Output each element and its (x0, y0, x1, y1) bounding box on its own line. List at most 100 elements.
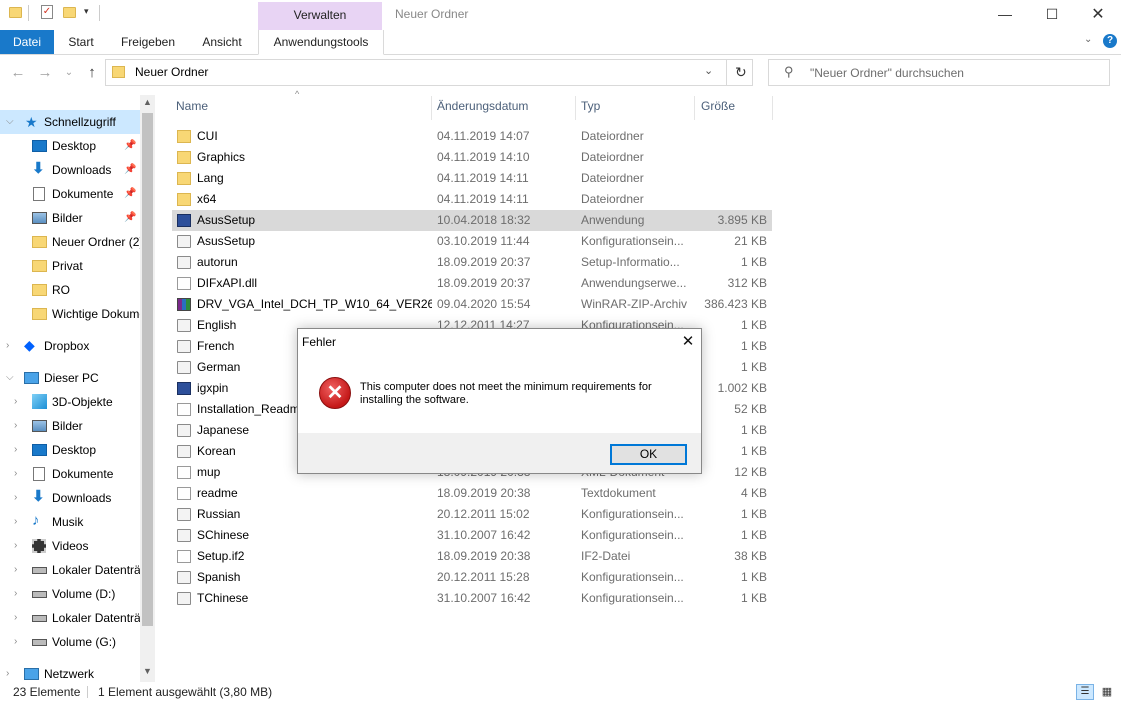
column-divider[interactable] (772, 96, 773, 120)
nav-item-musik[interactable]: › ♪ Musik (0, 510, 140, 534)
nav-item-volume-d[interactable]: › Volume (D:) (0, 582, 140, 606)
nav-item-ro[interactable]: RO (0, 278, 140, 302)
address-bar[interactable]: Neuer Ordner ⌄ ↻ (105, 59, 753, 86)
tab-ansicht[interactable]: Ansicht (193, 30, 251, 54)
chevron-right-icon[interactable]: › (14, 414, 17, 438)
column-header-type[interactable]: Typ (581, 99, 600, 117)
chevron-right-icon[interactable]: › (14, 582, 17, 606)
recent-locations-icon[interactable]: ⌄ (58, 62, 80, 84)
column-header-size[interactable]: Größe (701, 99, 735, 117)
tab-anwendungstools[interactable]: Anwendungstools (258, 30, 384, 55)
nav-item-schnellzugriff[interactable]: ⌵ ★ Schnellzugriff (0, 110, 140, 134)
details-view-icon[interactable]: ☰ (1076, 684, 1094, 700)
large-icons-view-icon[interactable]: ▦ (1099, 684, 1115, 700)
nav-item-wichtige-dokumente[interactable]: Wichtige Dokumente (0, 302, 140, 326)
file-icon (177, 550, 191, 563)
chevron-right-icon[interactable]: › (14, 486, 17, 510)
ok-button[interactable]: OK (610, 444, 687, 465)
nav-item-bilder-pc[interactable]: › Bilder (0, 414, 140, 438)
table-row[interactable]: AsusSetup 03.10.2019 11:44 Konfigurationse… (172, 231, 772, 252)
table-row[interactable]: DIFxAPI.dll 18.09.2019 20:37 Anwendungserw… (172, 273, 772, 294)
table-row[interactable]: Russian 20.12.2011 15:02 Konfigurationsein… (172, 504, 772, 525)
nav-item-dieser-pc[interactable]: ⌵ Dieser PC (0, 366, 140, 390)
search-input[interactable]: ⚲ "Neuer Ordner" durchsuchen (768, 59, 1110, 86)
new-folder-icon[interactable] (63, 7, 76, 18)
table-row[interactable]: Graphics 04.11.2019 14:10 Dateiordner (172, 147, 772, 168)
chevron-right-icon[interactable]: › (14, 462, 17, 486)
column-divider[interactable] (694, 96, 695, 120)
nav-item-downloads-pc[interactable]: › ⬇ Downloads (0, 486, 140, 510)
star-icon: ★ (25, 114, 38, 130)
chevron-right-icon[interactable]: › (14, 534, 17, 558)
nav-item-dokumente-pc[interactable]: › Dokumente (0, 462, 140, 486)
nav-item-lokaler-datentraeger-c[interactable]: › Lokaler Datenträger (C:) (0, 558, 140, 582)
table-row[interactable]: DRV_VGA_Intel_DCH_TP_W10_64_VER262... 09.… (172, 294, 772, 315)
nav-item-privat[interactable]: Privat (0, 254, 140, 278)
nav-item-neuer-ordner-2[interactable]: Neuer Ordner (2) (0, 230, 140, 254)
nav-item-lokaler-datentraeger-f[interactable]: › Lokaler Datenträger (F:) (0, 606, 140, 630)
nav-item-videos[interactable]: › Videos (0, 534, 140, 558)
chevron-right-icon[interactable]: › (14, 390, 17, 414)
expand-ribbon-icon[interactable]: ⌄ (1084, 34, 1092, 45)
chevron-right-icon[interactable]: › (14, 606, 17, 630)
chevron-down-icon[interactable]: ⌵ (6, 110, 14, 134)
nav-item-desktop-pc[interactable]: › Desktop (0, 438, 140, 462)
nav-item-netzwerk[interactable]: › Netzwerk (0, 662, 140, 682)
nav-item-dokumente[interactable]: Dokumente 📌 (0, 182, 140, 206)
chevron-right-icon[interactable]: › (14, 438, 17, 462)
nav-item-bilder[interactable]: Bilder 📌 (0, 206, 140, 230)
address-dropdown-icon[interactable]: ⌄ (704, 64, 713, 77)
nav-item-label: Downloads (52, 491, 112, 505)
table-row[interactable]: SChinese 31.10.2007 16:42 Konfigurationsei… (172, 525, 772, 546)
address-path[interactable]: Neuer Ordner (135, 65, 208, 79)
close-icon[interactable]: ✕ (678, 331, 698, 353)
folder-icon (9, 7, 22, 18)
help-icon[interactable]: ? (1103, 34, 1117, 48)
table-row[interactable]: Spanish 20.12.2011 15:28 Konfigurationsein… (172, 567, 772, 588)
forward-icon[interactable]: → (34, 62, 56, 84)
scroll-up-icon[interactable]: ▲ (143, 97, 152, 107)
desktop-icon (32, 444, 47, 456)
nav-item-dropbox[interactable]: › ◆ Dropbox (0, 334, 140, 358)
chevron-right-icon[interactable]: › (14, 558, 17, 582)
pin-icon[interactable]: 📌 (124, 206, 136, 230)
chevron-down-icon[interactable]: ⌵ (6, 366, 14, 390)
back-icon[interactable]: ← (7, 62, 29, 84)
minimize-icon[interactable]: — (982, 0, 1028, 28)
pin-icon[interactable]: 📌 (124, 134, 136, 158)
chevron-right-icon[interactable]: › (14, 630, 17, 654)
nav-item-3d-objekte[interactable]: › 3D-Objekte (0, 390, 140, 414)
tab-start[interactable]: Start (58, 30, 104, 54)
nav-scrollbar-thumb[interactable] (142, 113, 153, 626)
pin-icon[interactable]: 📌 (124, 158, 136, 182)
properties-icon[interactable]: ✓ (41, 5, 53, 19)
up-icon[interactable]: ↑ (81, 62, 103, 84)
nav-item-label: Videos (52, 539, 89, 553)
tab-datei[interactable]: Datei (0, 30, 54, 54)
customize-toolbar-icon[interactable]: ▾ (84, 6, 89, 17)
close-icon[interactable]: ✕ (1075, 0, 1121, 28)
refresh-icon[interactable]: ↻ (735, 64, 747, 81)
table-row[interactable]: autorun 18.09.2019 20:37 Setup-Informatio.… (172, 252, 772, 273)
nav-item-volume-g[interactable]: › Volume (G:) (0, 630, 140, 654)
table-row[interactable]: Lang 04.11.2019 14:11 Dateiordner (172, 168, 772, 189)
column-divider[interactable] (575, 96, 576, 120)
scroll-down-icon[interactable]: ▼ (143, 666, 152, 676)
column-divider[interactable] (431, 96, 432, 120)
chevron-right-icon[interactable]: › (14, 510, 17, 534)
table-row[interactable]: Setup.if2 18.09.2019 20:38 IF2-Datei 38 KB (172, 546, 772, 567)
nav-item-desktop[interactable]: Desktop 📌 (0, 134, 140, 158)
column-header-name[interactable]: Name (176, 99, 208, 117)
maximize-icon[interactable]: ☐ (1029, 0, 1075, 28)
table-row[interactable]: x64 04.11.2019 14:11 Dateiordner (172, 189, 772, 210)
column-header-date[interactable]: Änderungsdatum (437, 99, 528, 117)
tab-freigeben[interactable]: Freigeben (114, 30, 182, 54)
chevron-right-icon[interactable]: › (6, 662, 9, 682)
pin-icon[interactable]: 📌 (124, 182, 136, 206)
chevron-right-icon[interactable]: › (6, 334, 9, 358)
table-row[interactable]: CUI 04.11.2019 14:07 Dateiordner (172, 126, 772, 147)
table-row[interactable]: readme 18.09.2019 20:38 Textdokument 4 KB (172, 483, 772, 504)
table-row[interactable]: TChinese 31.10.2007 16:42 Konfigurationsei… (172, 588, 772, 609)
nav-item-downloads[interactable]: ⬇ Downloads 📌 (0, 158, 140, 182)
table-row-selected[interactable]: AsusSetup 10.04.2018 18:32 Anwendung 3.895 … (172, 210, 772, 231)
